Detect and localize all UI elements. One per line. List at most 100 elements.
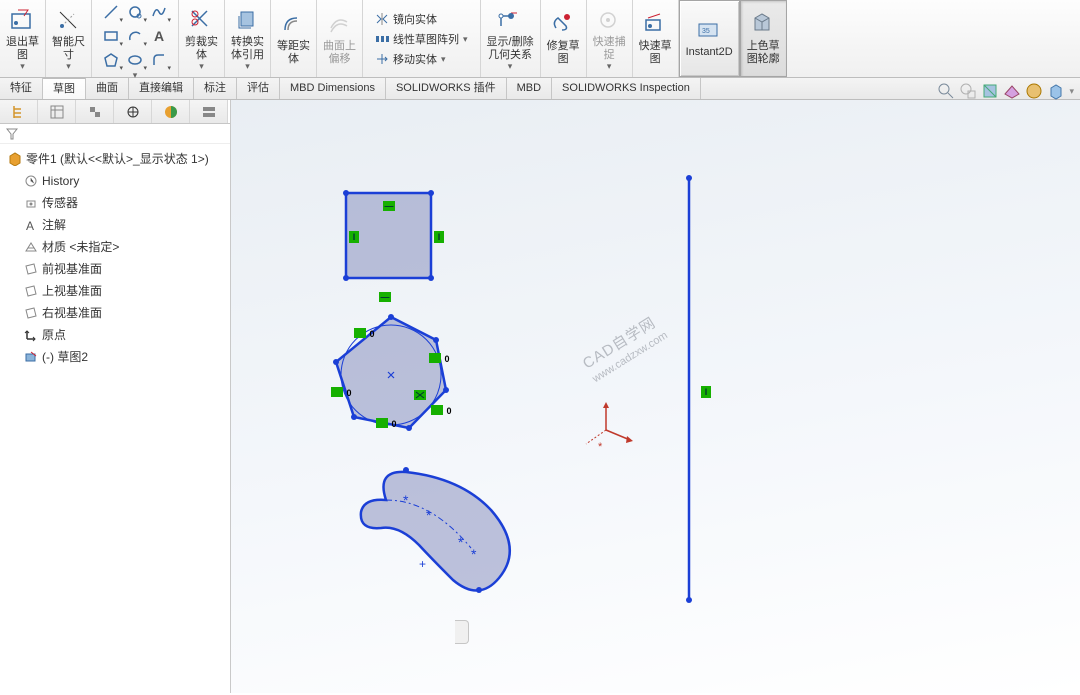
tree-root-label: 零件1 (默认<<默认>_显示状态 1>) — [26, 150, 209, 168]
tree-material-label: 材质 <未指定> — [42, 238, 119, 256]
ellipse-tool-button[interactable]: ▾ — [124, 49, 146, 71]
text-tool-button[interactable]: A — [148, 25, 170, 47]
instant2d-label: Instant2D — [686, 46, 733, 59]
section-view-icon[interactable] — [981, 82, 999, 100]
shaded-contour-toggle[interactable]: 上色草 图轮廓 — [740, 0, 787, 77]
panel-tab-property-manager[interactable] — [38, 100, 76, 123]
convert-label: 转换实 体引用 — [231, 36, 264, 62]
tab-sw-inspection[interactable]: SOLIDWORKS Inspection — [552, 78, 701, 99]
tab-evaluate[interactable]: 评估 — [237, 78, 280, 99]
ellipse-icon — [127, 52, 143, 68]
surface-offset-label: 曲面上 偏移 — [323, 40, 356, 66]
panel-collapse-handle[interactable] — [455, 620, 469, 644]
tree-material[interactable]: 材质 <未指定> — [2, 236, 228, 258]
quick-snap-label: 快速捕 捉 — [593, 36, 626, 62]
spline-icon — [151, 4, 167, 20]
tree-sketch2[interactable]: (-) 草图2 — [2, 346, 228, 368]
rapid-sketch-button[interactable]: 快速草 图 — [633, 0, 679, 77]
dropdown-arrow-icon[interactable]: ▾ — [245, 62, 250, 70]
linear-pattern-button[interactable]: 线性草图阵列▾ — [375, 31, 468, 47]
convert-entities-button[interactable]: 转换实 体引用 ▾ — [225, 0, 271, 77]
repair-sketch-button[interactable]: 修复草 图 — [541, 0, 587, 77]
shaded-label: 上色草 图轮廓 — [747, 40, 780, 66]
polygon-icon — [103, 52, 119, 68]
linear-pattern-label: 线性草图阵列 — [393, 31, 459, 47]
tree-root[interactable]: 零件1 (默认<<默认>_显示状态 1>) — [2, 148, 228, 170]
zoom-fit-icon[interactable] — [937, 82, 955, 100]
panel-tabs — [0, 100, 230, 124]
polygon-tool-button[interactable]: ▾ — [100, 49, 122, 71]
circle-tool-button[interactable]: ▾ — [124, 1, 146, 23]
tree-history[interactable]: History — [2, 170, 228, 192]
rectangle-tool-button[interactable]: ▾ — [100, 25, 122, 47]
tab-annotate[interactable]: 标注 — [194, 78, 237, 99]
offset-entities-button[interactable]: 等距实 体 — [271, 0, 317, 77]
dropdown-arrow-icon[interactable]: ▾ — [1069, 86, 1074, 97]
fillet-tool-button[interactable]: ▾ — [148, 49, 170, 71]
tree-annotations-label: 注解 — [42, 216, 66, 234]
mirror-entities-button[interactable]: 镜向实体 — [375, 11, 468, 27]
sketch-slot[interactable] — [361, 472, 510, 591]
dropdown-arrow-icon[interactable]: ▾ — [20, 62, 25, 70]
panel-tab-dimxpert[interactable] — [114, 100, 152, 123]
display-style-icon[interactable] — [1003, 82, 1021, 100]
tab-mbd-dimensions[interactable]: MBD Dimensions — [280, 78, 386, 99]
dropdown-arrow-icon[interactable]: ▾ — [508, 62, 513, 70]
sketch-hexagon[interactable] — [336, 317, 446, 428]
svg-text:—: — — [381, 292, 390, 302]
move-label: 移动实体 — [393, 51, 437, 67]
tab-mbd[interactable]: MBD — [507, 78, 552, 99]
tree-sensors[interactable]: 传感器 — [2, 192, 228, 214]
tree-origin[interactable]: 原点 — [2, 324, 228, 346]
panel-tab-more[interactable] — [190, 100, 228, 123]
smart-dimension-button[interactable]: 智能尺 寸 ▾ — [46, 0, 92, 77]
instant2d-toggle[interactable]: 35 Instant2D — [679, 0, 740, 77]
tree-history-label: History — [42, 172, 79, 190]
relations-icon — [497, 8, 523, 34]
exit-sketch-icon — [10, 8, 36, 34]
surface-offset-button[interactable]: 曲面上 偏移 — [317, 0, 363, 77]
tree-right-plane[interactable]: 右视基准面 — [2, 302, 228, 324]
trim-entities-button[interactable]: 剪裁实 体 ▾ — [179, 0, 225, 77]
tree-annotations[interactable]: A注解 — [2, 214, 228, 236]
display-relations-label: 显示/删除 几何关系 — [487, 36, 534, 62]
arc-tool-button[interactable]: ▾ — [124, 25, 146, 47]
svg-text:I: I — [705, 387, 708, 397]
view-orientation-icon[interactable] — [1047, 82, 1065, 100]
tab-direct-edit[interactable]: 直接编辑 — [129, 78, 194, 99]
move-entities-button[interactable]: 移动实体▾ — [375, 51, 468, 67]
filter-row[interactable] — [0, 124, 230, 144]
svg-text:*: * — [598, 441, 603, 453]
dropdown-arrow-icon[interactable]: ▾ — [607, 62, 612, 70]
spline-tool-button[interactable]: ▾ — [148, 1, 170, 23]
filter-icon — [6, 128, 18, 140]
zoom-area-icon[interactable] — [959, 82, 977, 100]
tab-sw-addins[interactable]: SOLIDWORKS 插件 — [386, 78, 507, 99]
graphics-canvas[interactable]: CAD自学网 www.cadzxw.com * * * * + — [231, 100, 1080, 693]
svg-text:+: + — [419, 557, 426, 571]
svg-text:—: — — [385, 201, 394, 211]
rapid-sketch-icon — [642, 12, 668, 38]
tab-sketch[interactable]: 草图 — [43, 77, 86, 99]
tree-top-plane[interactable]: 上视基准面 — [2, 280, 228, 302]
dropdown-arrow-icon[interactable]: ▾ — [199, 62, 204, 70]
exit-sketch-button[interactable]: 退出草 图 ▾ — [0, 0, 46, 77]
svg-text:A: A — [154, 28, 164, 44]
part-icon — [8, 152, 22, 166]
panel-tab-display-manager[interactable] — [152, 100, 190, 123]
text-icon: A — [151, 28, 167, 44]
sketch-icon — [24, 350, 38, 364]
tab-surfaces[interactable]: 曲面 — [86, 78, 129, 99]
panel-tab-configuration-manager[interactable] — [76, 100, 114, 123]
dropdown-arrow-icon[interactable]: ▾ — [66, 62, 71, 70]
line-tool-button[interactable]: ▾ — [100, 1, 122, 23]
display-relations-button[interactable]: 显示/删除 几何关系 ▾ — [481, 0, 541, 77]
sensor-icon — [24, 196, 38, 210]
quick-snap-button[interactable]: 快速捕 捉 ▾ — [587, 0, 633, 77]
appearance-icon[interactable] — [1025, 82, 1043, 100]
mirror-label: 镜向实体 — [393, 11, 437, 27]
tab-features[interactable]: 特征 — [0, 78, 43, 99]
tree-front-plane[interactable]: 前视基准面 — [2, 258, 228, 280]
panel-tab-feature-tree[interactable] — [0, 100, 38, 123]
svg-text:*: * — [471, 546, 477, 562]
